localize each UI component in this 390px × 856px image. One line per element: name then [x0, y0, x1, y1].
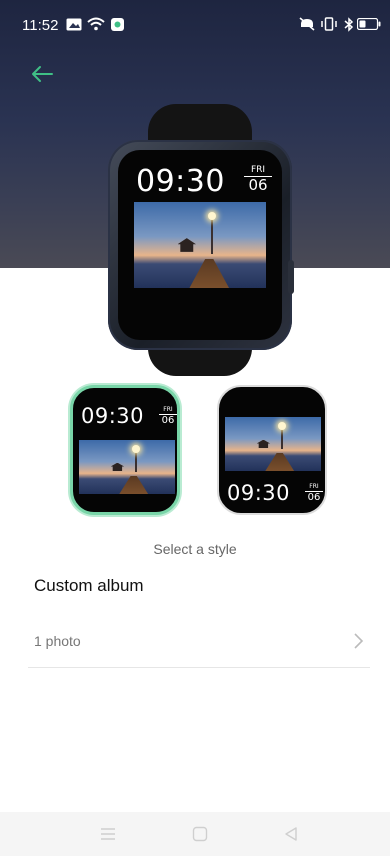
back-button[interactable]: [28, 60, 56, 88]
home-icon: [192, 826, 208, 842]
style-time: 09:30: [81, 404, 145, 428]
status-time: 11:52: [22, 17, 59, 34]
style-option-time-top[interactable]: 09:30 FRI 06: [70, 385, 180, 515]
menu-icon: [101, 828, 115, 840]
pier-shape: [189, 258, 230, 288]
pier-shape: [119, 475, 149, 494]
menu-button[interactable]: [96, 822, 120, 846]
battery-icon: [356, 14, 382, 34]
status-bar: 11:52: [0, 0, 390, 48]
section-title: Custom album: [34, 576, 144, 595]
watch-crown: [288, 260, 294, 294]
select-style-label: Select a style: [153, 541, 237, 557]
hut-shape: [110, 462, 125, 472]
image-icon: [63, 14, 85, 34]
lamp-post: [277, 421, 286, 450]
lamp-post: [207, 212, 216, 254]
style-day-number: 06: [307, 492, 321, 503]
album-photo: [134, 202, 266, 288]
watch-date: FRI 06: [244, 166, 272, 193]
style-day-number: 06: [161, 415, 175, 426]
wifi-icon: [85, 14, 107, 34]
pier-shape: [265, 452, 295, 471]
watch-day-number: 06: [248, 176, 268, 194]
chevron-right-icon: [354, 633, 364, 649]
style-option-time-bottom[interactable]: 09:30 FRI 06: [217, 385, 327, 515]
hut-shape: [177, 238, 197, 252]
style-photo: [225, 417, 321, 471]
arrow-left-icon: [32, 66, 53, 82]
style-weekday: FRI: [159, 407, 177, 415]
hut-shape: [256, 439, 271, 449]
vibrate-icon: [318, 14, 340, 34]
mute-icon: [296, 14, 318, 34]
style-date: FRI 06: [159, 407, 177, 426]
watch-time: 09:30: [136, 164, 225, 199]
watch-case: 09:30 FRI 06: [108, 140, 294, 350]
watch-screen: 09:30 FRI 06: [118, 150, 282, 340]
nav-back-button[interactable]: [279, 822, 303, 846]
style-date: FRI 06: [305, 484, 323, 503]
app-notification-icon: [106, 14, 128, 34]
style-time: 09:30: [227, 481, 291, 505]
photo-count: 1 photo: [34, 633, 81, 649]
back-triangle-icon: [285, 827, 297, 841]
watch-preview: 09:30 FRI 06: [108, 104, 294, 376]
system-nav-bar: [0, 812, 390, 856]
home-button[interactable]: [188, 822, 212, 846]
style-weekday: FRI: [305, 484, 323, 492]
lamp-post: [131, 444, 140, 473]
style-photo: [79, 440, 175, 494]
custom-album-row[interactable]: 1 photo: [28, 617, 370, 668]
